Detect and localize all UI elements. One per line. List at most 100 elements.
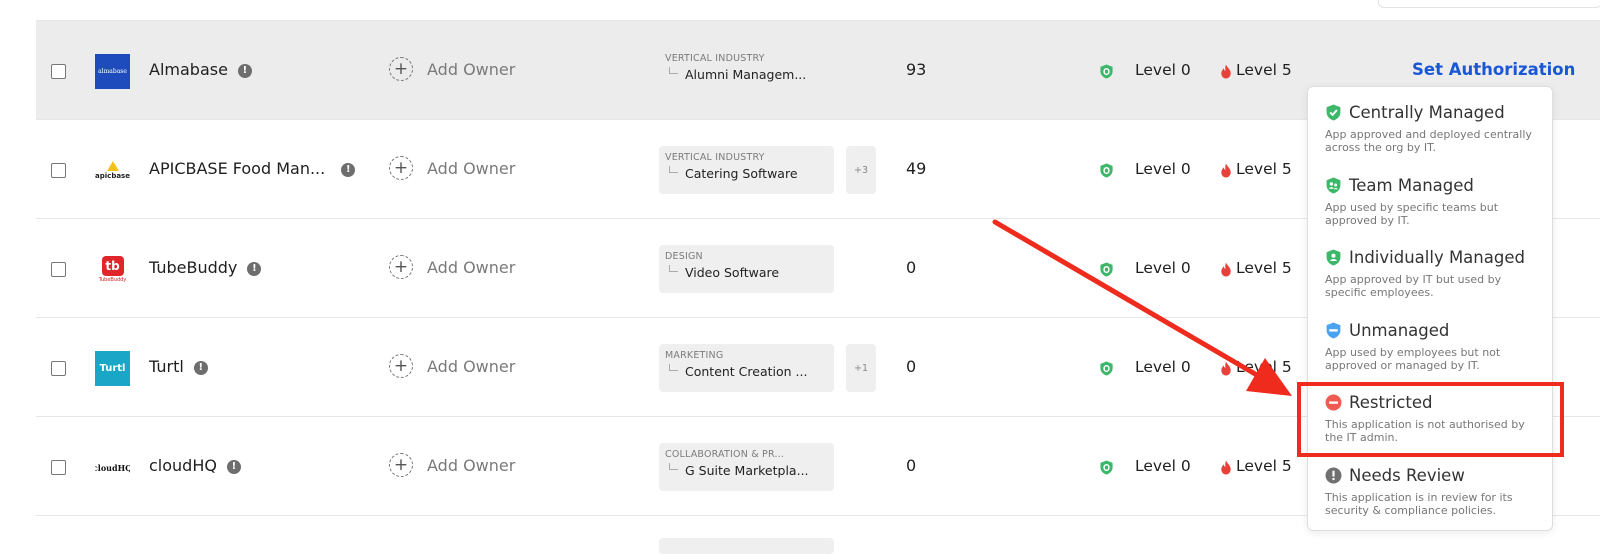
- logo-text: Turtl: [99, 363, 126, 374]
- category-value: Video Software: [665, 265, 828, 280]
- category-title: COLLABORATION & PR...: [665, 449, 785, 460]
- flame-icon: [1221, 361, 1231, 376]
- logo-text: cloudHQ: [95, 462, 130, 473]
- shield-icon: [1100, 262, 1113, 277]
- add-person-icon: +: [389, 156, 413, 180]
- risk-level: Level 5: [1236, 457, 1292, 475]
- shield-icon: [1100, 460, 1113, 475]
- category-value: Catering Software: [665, 166, 828, 181]
- category-title: VERTICAL INDUSTRY: [665, 53, 765, 64]
- app-name-label: cloudHQ: [149, 456, 217, 475]
- logo-triangle: [106, 161, 119, 171]
- logo-text: almabase: [98, 68, 127, 75]
- user-count: 93: [906, 60, 927, 79]
- authorization-dropdown: Centrally Managed App approved and deplo…: [1307, 86, 1553, 531]
- add-person-icon: +: [389, 354, 413, 378]
- option-title: Individually Managed: [1349, 248, 1525, 267]
- app-name[interactable]: Turtl!: [149, 357, 208, 376]
- add-owner-label: Add Owner: [427, 356, 516, 376]
- category-title: MARKETING: [665, 350, 724, 361]
- add-owner-button[interactable]: + Add Owner: [389, 57, 515, 81]
- risk-level: Level 5: [1236, 259, 1292, 277]
- risk-level: Level 5: [1236, 358, 1292, 376]
- category-title: DESIGN: [665, 251, 703, 262]
- compliance-level: Level 0: [1135, 259, 1191, 277]
- logo-mark: tb: [101, 256, 124, 276]
- logo-text: TubeBuddy: [98, 277, 127, 283]
- add-owner-label: Add Owner: [427, 257, 516, 277]
- row-checkbox[interactable]: [51, 460, 66, 475]
- category-tag: DESIGN Video Software: [659, 245, 834, 293]
- add-owner-button[interactable]: + Add Owner: [389, 453, 515, 477]
- option-description: App approved and deployed centrally acro…: [1325, 128, 1532, 154]
- info-icon[interactable]: !: [193, 361, 208, 375]
- shield-minus-icon: [1326, 322, 1341, 339]
- shield-icon: [1100, 163, 1113, 178]
- add-owner-label: Add Owner: [427, 455, 516, 475]
- add-owner-button[interactable]: + Add Owner: [389, 156, 515, 180]
- option-title: Team Managed: [1349, 176, 1474, 195]
- row-checkbox[interactable]: [51, 361, 66, 376]
- logo-text: apicbase: [95, 172, 130, 180]
- option-description: App used by employees but not approved o…: [1325, 346, 1501, 372]
- tubebuddy-logo: tb TubeBuddy: [95, 252, 130, 287]
- info-icon[interactable]: !: [247, 262, 262, 276]
- cloudhq-logo: cloudHQ: [95, 450, 130, 485]
- row-checkbox[interactable]: [51, 163, 66, 178]
- option-description: App approved by IT but used by specific …: [1325, 273, 1502, 299]
- option-centrally-managed[interactable]: Centrally Managed App approved and deplo…: [1325, 103, 1545, 154]
- info-icon[interactable]: !: [341, 163, 356, 177]
- option-description: App used by specific teams but approved …: [1325, 201, 1499, 227]
- app-name[interactable]: TubeBuddy!: [149, 258, 262, 277]
- app-name-label: APICBASE Food Man...: [149, 159, 326, 178]
- user-count: 0: [906, 456, 917, 475]
- apicbase-logo: apicbase: [95, 153, 130, 188]
- app-name[interactable]: APICBASE Food Man...!: [149, 159, 356, 178]
- category-value: Alumni Managem...: [665, 67, 828, 82]
- user-count: 0: [906, 357, 917, 376]
- restricted-highlight-box: [1297, 382, 1564, 457]
- top-partial-box: [1378, 0, 1600, 8]
- option-unmanaged[interactable]: Unmanaged App used by employees but not …: [1325, 321, 1545, 372]
- shield-user-icon: [1326, 249, 1341, 266]
- category-value: G Suite Marketpla...: [665, 463, 828, 478]
- risk-level: Level 5: [1236, 160, 1292, 178]
- app-name-label: TubeBuddy: [149, 258, 238, 277]
- row-checkbox[interactable]: [51, 262, 66, 277]
- add-owner-label: Add Owner: [427, 158, 516, 178]
- more-categories-badge[interactable]: +3: [846, 146, 876, 194]
- flame-icon: [1221, 163, 1231, 178]
- user-count: 0: [906, 258, 917, 277]
- add-person-icon: +: [389, 453, 413, 477]
- compliance-level: Level 0: [1135, 61, 1191, 79]
- option-title: Unmanaged: [1349, 321, 1450, 340]
- next-row-category-tag: [659, 538, 834, 554]
- option-description: This application is in review for its se…: [1325, 491, 1513, 517]
- shield-icon: [1100, 361, 1113, 376]
- compliance-level: Level 0: [1135, 358, 1191, 376]
- option-needs-review[interactable]: Needs Review This application is in revi…: [1325, 466, 1545, 517]
- more-categories-badge[interactable]: +1: [846, 344, 876, 392]
- app-name[interactable]: cloudHQ!: [149, 456, 241, 475]
- category-tag: VERTICAL INDUSTRY Catering Software: [659, 146, 834, 194]
- add-owner-button[interactable]: + Add Owner: [389, 255, 515, 279]
- option-team-managed[interactable]: Team Managed App used by specific teams …: [1325, 176, 1545, 227]
- info-icon[interactable]: !: [226, 460, 241, 474]
- add-owner-button[interactable]: + Add Owner: [389, 354, 515, 378]
- add-person-icon: +: [389, 57, 413, 81]
- row-checkbox[interactable]: [51, 64, 66, 79]
- flame-icon: [1221, 64, 1231, 79]
- app-name-label: Turtl: [149, 357, 184, 376]
- set-authorization-button[interactable]: Set Authorization: [1412, 60, 1575, 79]
- add-owner-label: Add Owner: [427, 59, 516, 79]
- app-name-label: Almabase: [149, 60, 228, 79]
- option-individually-managed[interactable]: Individually Managed App approved by IT …: [1325, 248, 1545, 299]
- shield-team-icon: [1326, 177, 1341, 194]
- option-title: Centrally Managed: [1349, 103, 1505, 122]
- info-icon[interactable]: !: [237, 64, 252, 78]
- compliance-level: Level 0: [1135, 457, 1191, 475]
- exclamation-icon: [1325, 467, 1342, 484]
- app-name[interactable]: Almabase!: [149, 60, 252, 79]
- category-tag: COLLABORATION & PR... G Suite Marketpla..…: [659, 443, 834, 491]
- risk-level: Level 5: [1236, 61, 1292, 79]
